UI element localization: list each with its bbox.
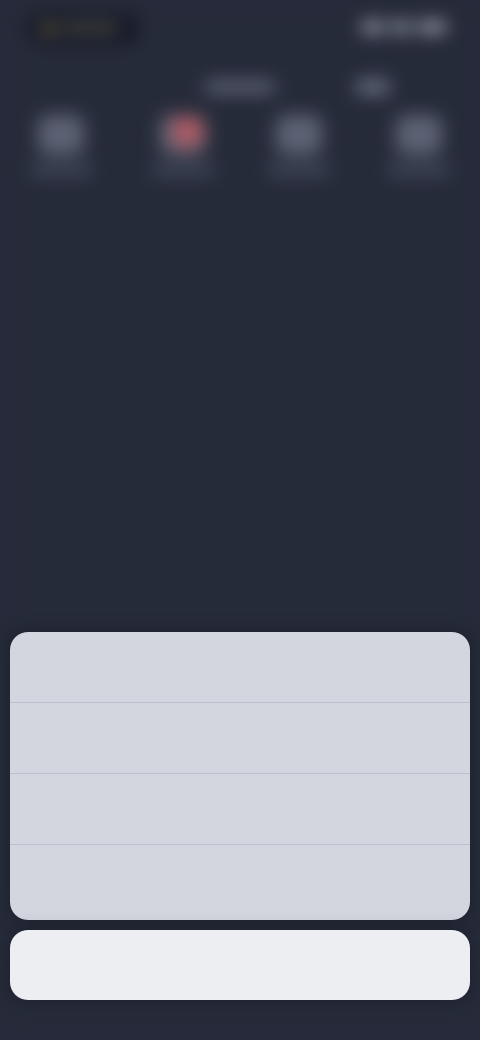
- app-icon-2: [152, 115, 214, 175]
- wifi-icon: [392, 22, 410, 32]
- status-bar: [0, 0, 480, 60]
- app-glyph-icon: [276, 115, 322, 155]
- app-glyph-icon: [160, 115, 206, 155]
- action-sheet-option-3[interactable]: [10, 774, 470, 845]
- app-icon-label: [152, 165, 214, 175]
- app-icon-label: [30, 165, 92, 175]
- app-shortcuts: [0, 115, 480, 195]
- status-pill: [28, 14, 138, 44]
- action-sheet-option-4[interactable]: [10, 845, 470, 916]
- action-sheet: [10, 632, 470, 920]
- action-sheet-option-2[interactable]: [10, 703, 470, 774]
- app-glyph-icon: [396, 115, 442, 155]
- cancel-button[interactable]: [10, 930, 470, 1000]
- app-icon-4: [388, 115, 450, 175]
- battery-icon: [418, 22, 446, 32]
- app-icon-1: [30, 115, 92, 175]
- app-header-title: [205, 82, 275, 92]
- app-glyph-icon: [38, 115, 84, 155]
- app-icon-label: [388, 165, 450, 175]
- app-header: [0, 70, 480, 110]
- app-icon-label: [268, 165, 330, 175]
- status-pill-text: [60, 23, 120, 33]
- action-sheet-option-1[interactable]: [10, 632, 470, 703]
- app-header-action: [356, 80, 390, 94]
- status-icons: [356, 22, 446, 38]
- app-icon-3: [268, 115, 330, 175]
- signal-icon: [362, 22, 384, 32]
- status-indicator-icon: [42, 23, 54, 35]
